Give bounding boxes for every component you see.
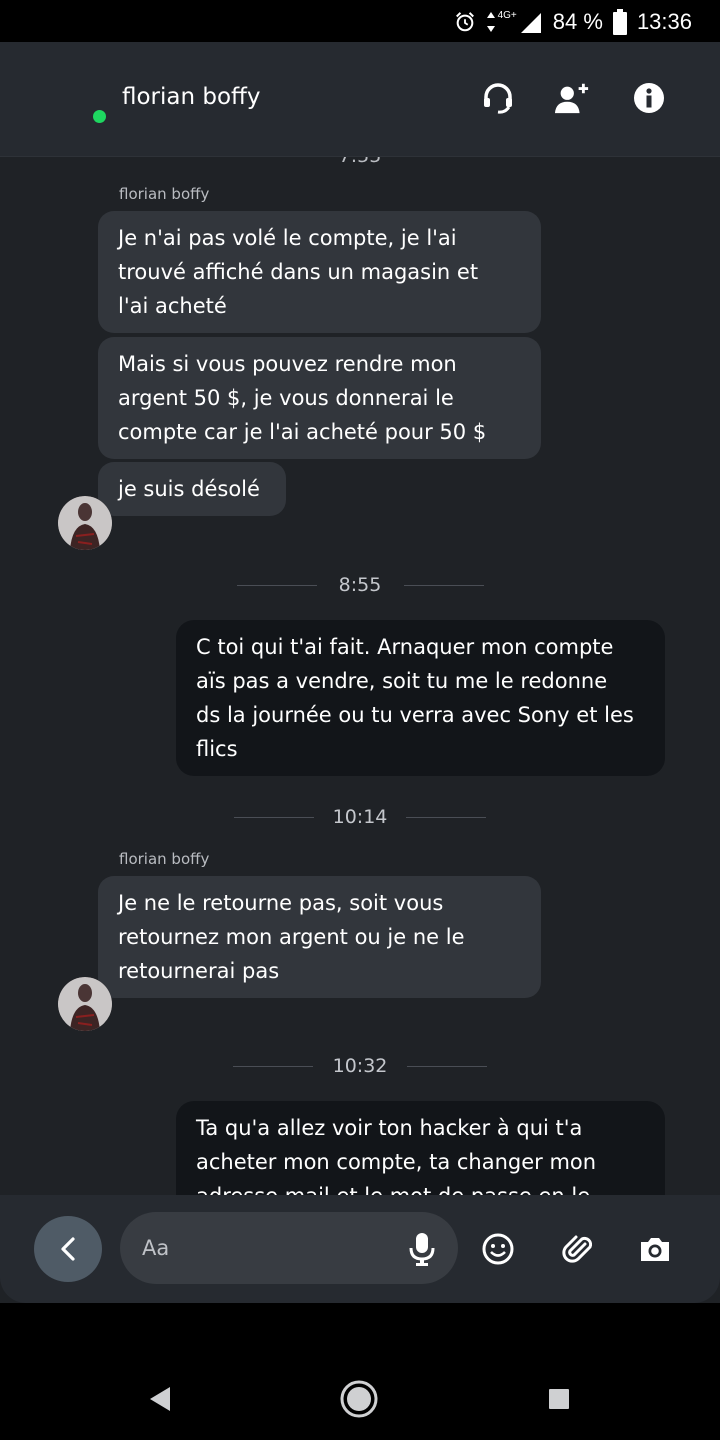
info-icon[interactable] [631,80,667,116]
compose-bar [0,1195,720,1303]
recents-nav-icon[interactable] [537,1377,581,1421]
time-divider: 7:55 [0,157,720,167]
back-nav-icon[interactable] [137,1377,181,1421]
battery-percentage: 84 % [552,9,603,34]
time-divider: 10:32 [0,1052,720,1082]
network-type: 4G+ [497,10,517,21]
attachment-icon[interactable] [560,1231,596,1267]
message-line: compte car je l'ai acheté pour 50 $ [118,420,487,444]
avatar[interactable] [58,977,112,1031]
contact-name[interactable]: florian boffy [122,84,261,110]
message-line: C toi qui t'ai fait. Arnaquer mon compte [196,635,614,659]
messaging-screen: 4G+ 84 % 13:36 florian boffy florian bof… [0,0,720,1440]
camera-icon[interactable] [637,1231,673,1267]
headset-icon[interactable] [480,80,516,116]
message-line: argent 50 $, je vous donnerai le [118,386,454,410]
message-line: Ta qu'a allez voir ton hacker à qui t'a [196,1116,583,1140]
home-nav-icon[interactable] [337,1377,381,1421]
message-line: adresse mail et le mot de passe en le [196,1179,645,1195]
message-input[interactable] [140,1235,394,1261]
message-line: retournerai pas [118,959,280,983]
clock: 13:36 [636,9,692,34]
data-arrows-icon [486,12,495,32]
chevron-left-icon [61,1237,75,1261]
message-line: retournez mon argent ou je ne le [118,925,465,949]
message-line: trouvé affiché dans un magasin et [118,260,479,284]
chat-header: florian boffy [0,42,720,157]
message-line: aïs pas a vendre, soit tu me le redonne [196,669,608,693]
status-bar: 4G+ 84 % 13:36 [0,0,720,42]
message-line: Mais si vous pouvez rendre mon [118,352,457,376]
emoji-icon[interactable] [480,1231,516,1267]
avatar[interactable] [58,496,112,550]
message-line: ds la journée ou tu verra avec Sony et l… [196,703,634,727]
message-bubble-incoming[interactable]: Mais si vous pouvez rendre mon argent 50… [98,337,541,459]
time-divider: 10:14 [0,803,720,833]
message-line: l'ai acheté [118,294,227,318]
alarm-icon [455,12,474,32]
screen-gap [0,1303,720,1357]
sender-name: florian boffy [119,185,210,203]
signal-icon [520,13,541,33]
message-bubble-incoming[interactable]: je suis désolé [98,462,286,516]
message-line: je suis désolé [118,477,260,501]
message-line: Je n'ai pas volé le compte, je l'ai [118,226,457,250]
message-bubble-incoming[interactable]: Je n'ai pas volé le compte, je l'ai trou… [98,211,541,333]
message-line: Je ne le retourne pas, soit vous [118,891,444,915]
message-list[interactable]: 7:55 florian boffy Je n'ai pas volé le c… [0,157,720,1195]
message-line: flics [196,737,238,761]
message-bubble-outgoing[interactable]: Ta qu'a allez voir ton hacker à qui t'a … [176,1101,665,1195]
time-divider: 8:55 [0,571,720,601]
system-navigation-bar [0,1357,720,1440]
microphone-icon[interactable] [408,1232,436,1266]
message-bubble-outgoing[interactable]: C toi qui t'ai fait. Arnaquer mon compte… [176,620,665,776]
message-bubble-incoming[interactable]: Je ne le retourne pas, soit vous retourn… [98,876,541,998]
message-input-wrapper [120,1212,458,1284]
message-line: acheter mon compte, ta changer mon [196,1150,597,1174]
sender-name: florian boffy [119,850,210,868]
add-friend-icon[interactable] [554,80,590,116]
online-status-dot [93,110,106,123]
battery-icon [612,9,627,35]
collapse-button[interactable] [34,1216,102,1282]
